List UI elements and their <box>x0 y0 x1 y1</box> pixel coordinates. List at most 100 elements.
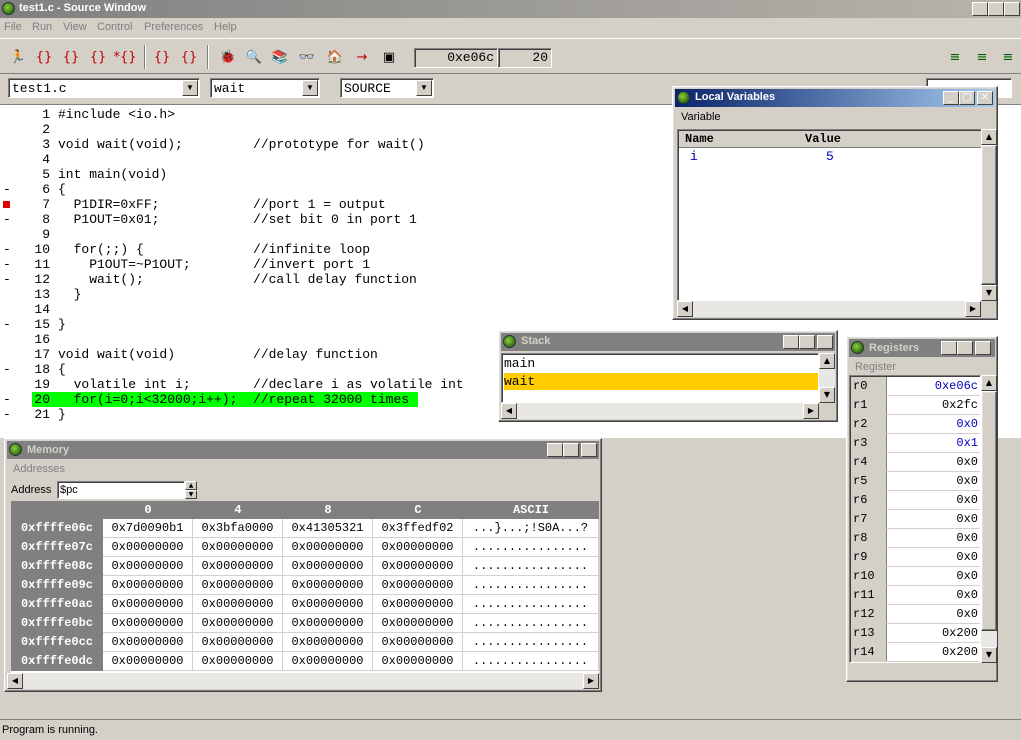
bug-icon[interactable]: 🐞 <box>216 45 240 69</box>
line-marker[interactable]: - <box>3 272 11 287</box>
scroll-thumb[interactable] <box>981 391 997 631</box>
register-row[interactable]: r8 0x0 <box>851 529 980 548</box>
scroll-left-icon[interactable]: ◀ <box>501 403 517 419</box>
memory-cell[interactable]: 0x00000000 <box>193 538 283 557</box>
nexti-icon[interactable]: {} <box>177 45 201 69</box>
memory-ascii[interactable]: ................ <box>463 633 599 652</box>
memory-cell[interactable]: 0x3bfa0000 <box>193 519 283 538</box>
source-line[interactable]: - 11 P1OUT=~P1OUT; //invert port 1 <box>0 257 680 272</box>
line-marker[interactable]: - <box>3 407 11 422</box>
scroll-right-icon[interactable]: ▶ <box>965 301 981 317</box>
source-line[interactable]: 3 void wait(void); //prototype for wait() <box>0 137 680 152</box>
memory-cell[interactable]: 0x00000000 <box>103 652 193 671</box>
source-line[interactable]: - 8 P1OUT=0x01; //set bit 0 in port 1 <box>0 212 680 227</box>
chevron-down-icon[interactable]: ▼ <box>182 80 198 96</box>
line-marker[interactable] <box>3 302 11 317</box>
source-line[interactable]: 5 int main(void) <box>0 167 680 182</box>
line-marker[interactable] <box>3 167 11 182</box>
line-marker[interactable] <box>3 287 11 302</box>
register-row[interactable]: r9 0x0 <box>851 548 980 567</box>
register-value[interactable]: 0x0 <box>956 605 978 623</box>
memory-ascii[interactable]: ................ <box>463 557 599 576</box>
register-value[interactable]: 0x1 <box>956 434 978 452</box>
line-marker[interactable] <box>3 107 11 122</box>
memory-hscroll[interactable]: ◀ ▶ <box>7 673 599 689</box>
breakpoints-icon[interactable]: → <box>350 45 374 69</box>
mode-combo[interactable]: SOURCE ▼ <box>340 78 434 98</box>
locals-hscroll[interactable]: ◀ ▶ <box>677 301 981 317</box>
function-combo[interactable]: wait ▼ <box>210 78 320 98</box>
register-value[interactable]: 0x0 <box>956 510 978 528</box>
memory-cell[interactable]: 0x00000000 <box>283 633 373 652</box>
maximize-button[interactable]: □ <box>959 91 975 105</box>
register-value[interactable]: 0x0 <box>956 567 978 585</box>
register-row[interactable]: r14 0x200 <box>851 643 980 662</box>
stack-down-icon[interactable]: ≡ <box>943 45 967 69</box>
memory-cell[interactable]: 0x00000000 <box>193 652 283 671</box>
stack-up-icon[interactable]: ≡ <box>970 45 994 69</box>
menu-control[interactable]: Control <box>97 21 132 33</box>
line-marker[interactable]: - <box>3 362 11 377</box>
maximize-button[interactable]: □ <box>957 341 973 355</box>
watch-icon[interactable]: 👓 <box>295 45 319 69</box>
step-icon[interactable]: {} <box>32 45 56 69</box>
line-marker[interactable] <box>3 377 11 392</box>
address-input[interactable]: $pc <box>57 481 185 499</box>
line-marker[interactable]: - <box>3 257 11 272</box>
memory-ascii[interactable]: ................ <box>463 595 599 614</box>
register-row[interactable]: r1 0x2fc <box>851 396 980 415</box>
scroll-right-icon[interactable]: ▶ <box>803 403 819 419</box>
memory-cell[interactable]: 0x00000000 <box>373 538 463 557</box>
registers-title-bar[interactable]: Registers _ □ ✕ <box>849 339 995 357</box>
minimize-button[interactable]: _ <box>943 91 959 105</box>
memory-cell[interactable]: 0x00000000 <box>103 557 193 576</box>
memory-ascii[interactable]: ...}...;!S0A...? <box>463 519 599 538</box>
memory-ascii[interactable]: ................ <box>463 576 599 595</box>
scroll-up-icon[interactable]: ▲ <box>981 375 997 391</box>
line-marker[interactable]: - <box>3 317 11 332</box>
source-line[interactable]: 13 } <box>0 287 680 302</box>
line-marker[interactable] <box>3 137 11 152</box>
stack-bottom-icon[interactable]: ≡ <box>996 45 1020 69</box>
stack-title-bar[interactable]: Stack _ □ ✕ <box>501 333 835 351</box>
scroll-thumb[interactable] <box>981 145 997 285</box>
scroll-down-icon[interactable]: ▼ <box>819 387 835 403</box>
name-column-header[interactable]: Name <box>685 132 714 146</box>
next-icon[interactable]: {} <box>59 45 83 69</box>
menu-file[interactable]: File <box>4 21 22 33</box>
menu-preferences[interactable]: Preferences <box>144 21 203 33</box>
menu-run[interactable]: Run <box>32 21 52 33</box>
source-line[interactable]: 14 <box>0 302 680 317</box>
locals-title-bar[interactable]: Local Variables _ □ ✕ <box>675 89 995 107</box>
memory-cell[interactable]: 0x00000000 <box>193 557 283 576</box>
minimize-button[interactable]: _ <box>941 341 957 355</box>
menu-help[interactable]: Help <box>214 21 237 33</box>
scroll-up-icon[interactable]: ▲ <box>819 353 835 369</box>
address-spinner[interactable]: ▲ ▼ <box>185 481 197 499</box>
restore-button[interactable]: ❐ <box>988 2 1004 16</box>
register-row[interactable]: r13 0x200 <box>851 624 980 643</box>
finish-icon[interactable]: {} <box>86 45 110 69</box>
stack-frame-wait[interactable]: wait <box>504 373 818 390</box>
memory-cell[interactable]: 0x00000000 <box>373 652 463 671</box>
line-marker[interactable]: - <box>3 182 11 197</box>
memory-cell[interactable]: 0x00000000 <box>103 633 193 652</box>
register-row[interactable]: r5 0x0 <box>851 472 980 491</box>
memory-cell[interactable]: 0x00000000 <box>103 595 193 614</box>
register-value[interactable]: 0x200 <box>942 624 978 642</box>
scroll-up-icon[interactable]: ▲ <box>981 129 997 145</box>
minimize-button[interactable]: _ <box>547 443 563 457</box>
scroll-left-icon[interactable]: ◀ <box>677 301 693 317</box>
memory-ascii[interactable]: ................ <box>463 538 599 557</box>
register-value[interactable]: 0x0 <box>956 472 978 490</box>
register-value[interactable]: 0x0 <box>956 491 978 509</box>
registers-icon[interactable]: 🔍 <box>242 45 266 69</box>
memory-cell[interactable]: 0x00000000 <box>283 576 373 595</box>
memory-cell[interactable]: 0x7d0090b1 <box>103 519 193 538</box>
memory-cell[interactable]: 0x41305321 <box>283 519 373 538</box>
line-marker[interactable] <box>3 332 11 347</box>
source-line[interactable]: 2 <box>0 122 680 137</box>
source-line[interactable]: - 6 { <box>0 182 680 197</box>
line-marker[interactable] <box>3 122 11 137</box>
registers-vscroll[interactable]: ▲ ▼ <box>981 375 997 663</box>
